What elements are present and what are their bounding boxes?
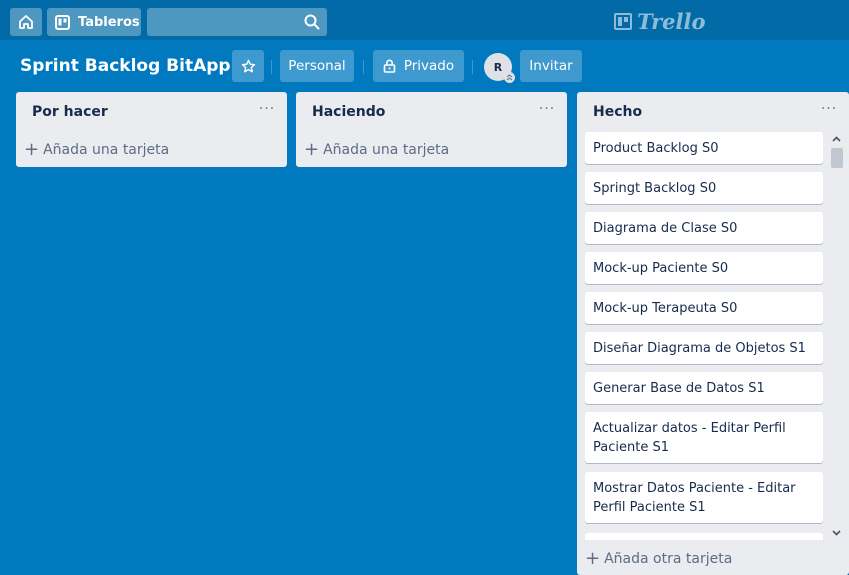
card-title: Mock-up Paciente S0 [593, 261, 729, 276]
chevron-up-icon [832, 136, 841, 142]
card[interactable]: Mostrar Datos Paciente - Editar Perfil P… [585, 472, 823, 523]
add-card-label: Añada una tarjeta [323, 142, 450, 158]
invite-label: Invitar [529, 58, 573, 74]
board-header: Sprint Backlog BitApp Personal Privado I… [0, 40, 849, 92]
card[interactable]: Diagrama de Clase S0 [585, 212, 823, 244]
list-title[interactable]: Haciendo [312, 104, 385, 120]
add-card-label: Añada otra tarjeta [604, 551, 733, 567]
card-title: Actualizar datos - Editar Perfil Pacient… [593, 421, 786, 455]
search-icon[interactable] [303, 13, 321, 31]
card-title: Diseñar Diagrama de Objetos S1 [593, 341, 806, 356]
card-title: Product Backlog S0 [593, 141, 719, 156]
chevron-down-icon [832, 530, 841, 536]
card-title: Mostrar Datos Paciente - Editar Perfil P… [593, 481, 796, 515]
add-card-button[interactable]: + Añada una tarjeta [24, 137, 169, 163]
visibility-button[interactable]: Privado [373, 50, 464, 82]
boards-icon [55, 14, 70, 30]
add-card-button[interactable]: + Añada otra tarjeta [585, 546, 732, 572]
add-card-button[interactable]: + Añada una tarjeta [304, 137, 449, 163]
list-title[interactable]: Hecho [593, 104, 642, 120]
home-button[interactable] [10, 8, 42, 36]
list-menu-icon[interactable]: ··· [257, 102, 277, 116]
card-list: Product Backlog S0 Springt Backlog S0 Di… [585, 132, 823, 540]
list-menu-icon[interactable]: ··· [537, 102, 557, 116]
visibility-label: Privado [403, 58, 455, 74]
card[interactable]: Mock-up Terapeuta S0 [585, 292, 823, 324]
admin-badge-icon [504, 72, 515, 83]
card-title: Springt Backlog S0 [593, 181, 717, 196]
scroll-thumb[interactable] [831, 148, 843, 168]
card[interactable]: Product Backlog S0 [585, 132, 823, 164]
header-divider [363, 60, 364, 74]
lock-icon [383, 59, 396, 73]
card-title: Generar Base de Datos S1 [593, 381, 765, 396]
member-avatar[interactable]: R [484, 53, 515, 83]
search-input[interactable] [147, 8, 327, 36]
top-navigation-bar: Tableros Trello [0, 0, 849, 40]
list-header: Por hacer ··· [16, 92, 287, 130]
star-icon [241, 59, 255, 72]
scroll-up-button[interactable] [828, 132, 845, 146]
card-title: Diagrama de Clase S0 [593, 221, 738, 236]
plus-icon: + [585, 548, 601, 569]
trello-logo[interactable]: Trello [614, 8, 706, 34]
list-por-hacer: Por hacer ··· + Añada una tarjeta [16, 92, 287, 167]
avatar-initial: R [493, 60, 503, 74]
card-list-scrollbar[interactable] [828, 132, 845, 540]
plus-icon: + [304, 139, 320, 160]
header-divider [472, 60, 473, 74]
add-card-label: Añada una tarjeta [43, 142, 170, 158]
card[interactable]: Diseñar Diagrama de Objetos S1 [585, 332, 823, 364]
card-title: Mock-up Terapeuta S0 [593, 301, 738, 316]
card[interactable]: Actualizar datos - Editar Perfil Pacient… [585, 412, 823, 463]
trello-logo-icon [614, 12, 632, 30]
list-haciendo: Haciendo ··· + Añada una tarjeta [296, 92, 567, 167]
invite-button[interactable]: Invitar [520, 50, 582, 82]
list-header: Hecho ··· [577, 92, 849, 130]
list-header: Haciendo ··· [296, 92, 567, 130]
list-title[interactable]: Por hacer [32, 104, 108, 120]
scroll-down-button[interactable] [828, 526, 845, 540]
card[interactable]: Springt Backlog S0 [585, 172, 823, 204]
boards-button[interactable]: Tableros [47, 8, 141, 36]
home-icon [19, 15, 33, 29]
logo-text: Trello [637, 8, 706, 34]
card[interactable]: Mock-up Paciente S0 [585, 252, 823, 284]
plus-icon: + [24, 139, 40, 160]
board-title[interactable]: Sprint Backlog BitApp [20, 50, 231, 82]
team-label: Personal [288, 58, 346, 74]
list-menu-icon[interactable]: ··· [819, 102, 839, 116]
card[interactable]: Generar Base de Datos S1 [585, 372, 823, 404]
card[interactable] [585, 533, 823, 540]
header-divider [271, 60, 272, 74]
star-button[interactable] [232, 50, 264, 82]
team-button[interactable]: Personal [280, 50, 354, 82]
boards-label: Tableros [78, 14, 140, 30]
